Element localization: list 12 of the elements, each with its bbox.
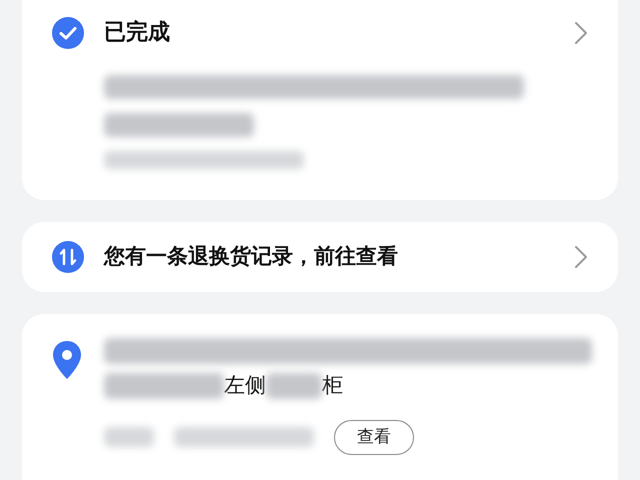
return-record-link[interactable]: 您有一条退换货记录，前往查看 [22,222,618,292]
swap-icon [52,241,84,273]
view-button[interactable]: 查看 [334,420,414,455]
status-title: 已完成 [104,19,170,47]
address-text: 左侧 [224,372,266,399]
chevron-right-icon [574,245,588,269]
redacted-text [104,427,154,448]
chevron-right-icon [574,20,588,44]
address-text: 柜 [322,372,343,399]
location-pin-icon [52,340,82,380]
check-circle-icon [52,16,84,48]
redacted-text [266,372,322,399]
